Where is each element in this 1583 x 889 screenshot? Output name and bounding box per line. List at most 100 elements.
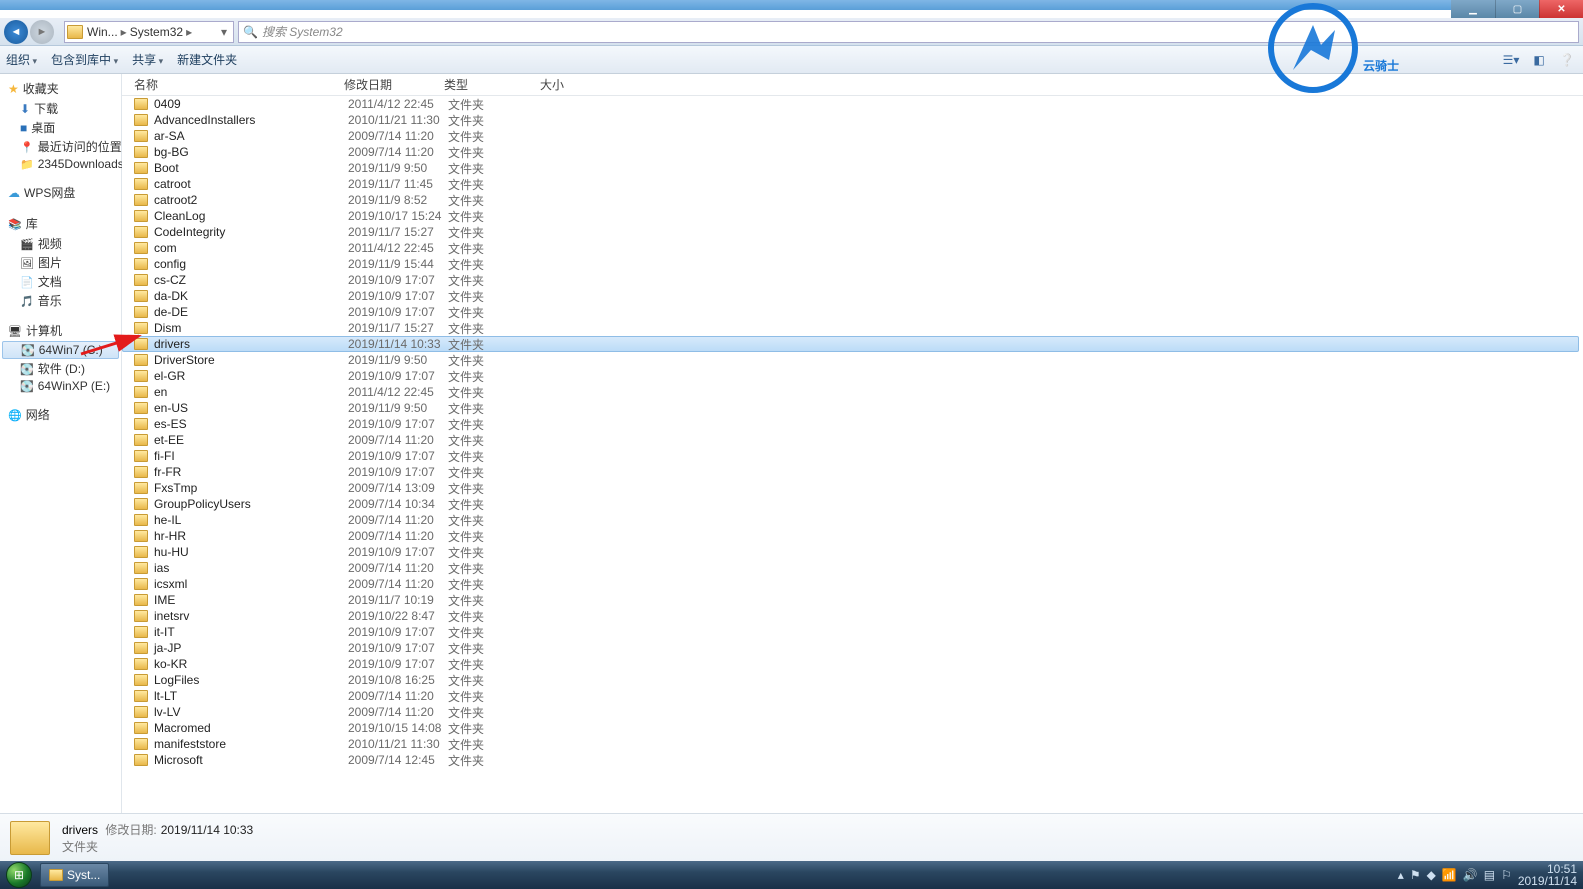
file-row[interactable]: icsxml2009/7/14 11:20文件夹 — [122, 576, 1583, 592]
file-row[interactable]: bg-BG2009/7/14 11:20文件夹 — [122, 144, 1583, 160]
file-row[interactable]: com2011/4/12 22:45文件夹 — [122, 240, 1583, 256]
file-row[interactable]: hr-HR2009/7/14 11:20文件夹 — [122, 528, 1583, 544]
sidebar-item-pictures[interactable]: 图片 — [0, 253, 121, 272]
search-input[interactable]: 🔍 搜索 System32 — [238, 21, 1579, 43]
file-row[interactable]: ko-KR2019/10/9 17:07文件夹 — [122, 656, 1583, 672]
breadcrumb-separator: ▸ — [121, 25, 127, 39]
taskbar-app-explorer[interactable]: Syst... — [40, 863, 109, 887]
folder-icon — [134, 450, 148, 462]
tray-network-icon[interactable]: 📶 — [1442, 868, 1457, 882]
file-row[interactable]: da-DK2019/10/9 17:07文件夹 — [122, 288, 1583, 304]
file-row[interactable]: en-US2019/11/9 9:50文件夹 — [122, 400, 1583, 416]
tray-ime-icon[interactable]: ▤ — [1484, 868, 1495, 882]
tray-clock[interactable]: 10:51 2019/11/14 — [1518, 863, 1577, 887]
sidebar-libraries[interactable]: 库 — [0, 213, 121, 234]
window-minimize-button[interactable]: ▁ — [1451, 0, 1495, 18]
sidebar-item-2345downloads[interactable]: 2345Downloads — [0, 156, 121, 172]
tray-app-icon[interactable]: ◆ — [1427, 868, 1436, 882]
file-row[interactable]: en2011/4/12 22:45文件夹 — [122, 384, 1583, 400]
tray-show-hidden-icon[interactable]: ▴ — [1398, 868, 1404, 882]
file-row[interactable]: de-DE2019/10/9 17:07文件夹 — [122, 304, 1583, 320]
toolbar-include-in-library[interactable]: 包含到库中 — [51, 51, 118, 68]
file-row[interactable]: catroot2019/11/7 11:45文件夹 — [122, 176, 1583, 192]
nav-forward-button[interactable]: ► — [30, 20, 54, 44]
file-row[interactable]: 04092011/4/12 22:45文件夹 — [122, 96, 1583, 112]
file-row[interactable]: CleanLog2019/10/17 15:24文件夹 — [122, 208, 1583, 224]
sidebar-item-drive-d[interactable]: 软件 (D:) — [0, 359, 121, 378]
help-icon[interactable]: ❔ — [1557, 50, 1577, 70]
toolbar-organize[interactable]: 组织 — [6, 51, 37, 68]
file-row[interactable]: Microsoft2009/7/14 12:45文件夹 — [122, 752, 1583, 768]
file-row[interactable]: Boot2019/11/9 9:50文件夹 — [122, 160, 1583, 176]
sidebar-item-videos[interactable]: 视频 — [0, 234, 121, 253]
file-row[interactable]: inetsrv2019/10/22 8:47文件夹 — [122, 608, 1583, 624]
sidebar-computer[interactable]: 计算机 — [0, 320, 121, 341]
sidebar-item-music[interactable]: 音乐 — [0, 291, 121, 310]
window-maximize-button[interactable]: ▢ — [1495, 0, 1539, 18]
window-close-button[interactable]: ✕ — [1539, 0, 1583, 18]
toolbar-new-folder[interactable]: 新建文件夹 — [177, 51, 237, 68]
tray-volume-icon[interactable]: 🔊 — [1463, 868, 1478, 882]
nav-back-button[interactable]: ◄ — [4, 20, 28, 44]
file-row[interactable]: fr-FR2019/10/9 17:07文件夹 — [122, 464, 1583, 480]
file-row[interactable]: lt-LT2009/7/14 11:20文件夹 — [122, 688, 1583, 704]
sidebar-item-recent[interactable]: 最近访问的位置 — [0, 137, 121, 156]
column-type[interactable]: 类型 — [444, 76, 540, 93]
sidebar-item-desktop[interactable]: 桌面 — [0, 118, 121, 137]
folder-icon — [134, 178, 148, 190]
column-name[interactable]: 名称 — [134, 76, 344, 93]
breadcrumb-segment[interactable]: Win... — [87, 25, 118, 39]
file-row[interactable]: es-ES2019/10/9 17:07文件夹 — [122, 416, 1583, 432]
start-button[interactable]: ⊞ — [0, 861, 38, 889]
file-row[interactable]: ja-JP2019/10/9 17:07文件夹 — [122, 640, 1583, 656]
breadcrumb[interactable]: Win... ▸ System32 ▸ ▾ — [64, 21, 234, 43]
file-row[interactable]: it-IT2019/10/9 17:07文件夹 — [122, 624, 1583, 640]
folder-icon — [134, 226, 148, 238]
sidebar-item-documents[interactable]: 文档 — [0, 272, 121, 291]
file-row[interactable]: ias2009/7/14 11:20文件夹 — [122, 560, 1583, 576]
breadcrumb-dropdown-icon[interactable]: ▾ — [217, 25, 231, 39]
file-row[interactable]: et-EE2009/7/14 11:20文件夹 — [122, 432, 1583, 448]
sidebar-wps[interactable]: WPS网盘 — [0, 182, 121, 203]
file-name: AdvancedInstallers — [154, 113, 348, 127]
breadcrumb-segment[interactable]: System32 — [130, 25, 183, 39]
file-row[interactable]: lv-LV2009/7/14 11:20文件夹 — [122, 704, 1583, 720]
drive-icon — [21, 343, 35, 357]
file-row[interactable]: ar-SA2009/7/14 11:20文件夹 — [122, 128, 1583, 144]
sidebar-item-drive-c[interactable]: 64Win7 (C:) — [2, 341, 119, 359]
file-row[interactable]: IME2019/11/7 10:19文件夹 — [122, 592, 1583, 608]
file-name: en — [154, 385, 348, 399]
file-row[interactable]: fi-FI2019/10/9 17:07文件夹 — [122, 448, 1583, 464]
file-row[interactable]: AdvancedInstallers2010/11/21 11:30文件夹 — [122, 112, 1583, 128]
file-row[interactable]: cs-CZ2019/10/9 17:07文件夹 — [122, 272, 1583, 288]
file-row[interactable]: FxsTmp2009/7/14 13:09文件夹 — [122, 480, 1583, 496]
sidebar-favorites[interactable]: 收藏夹 — [0, 78, 121, 99]
column-date[interactable]: 修改日期 — [344, 76, 444, 93]
view-options-icon[interactable]: ☰▾ — [1501, 50, 1521, 70]
tray-flag-icon[interactable]: ⚐ — [1501, 868, 1512, 882]
file-row[interactable]: CodeIntegrity2019/11/7 15:27文件夹 — [122, 224, 1583, 240]
file-date: 2019/11/9 15:44 — [348, 257, 448, 271]
file-row[interactable]: he-IL2009/7/14 11:20文件夹 — [122, 512, 1583, 528]
file-row[interactable]: drivers2019/11/14 10:33文件夹 — [122, 336, 1579, 352]
file-row[interactable]: catroot22019/11/9 8:52文件夹 — [122, 192, 1583, 208]
file-row[interactable]: el-GR2019/10/9 17:07文件夹 — [122, 368, 1583, 384]
file-row[interactable]: LogFiles2019/10/8 16:25文件夹 — [122, 672, 1583, 688]
file-row[interactable]: config2019/11/9 15:44文件夹 — [122, 256, 1583, 272]
file-row[interactable]: hu-HU2019/10/9 17:07文件夹 — [122, 544, 1583, 560]
file-row[interactable]: manifeststore2010/11/21 11:30文件夹 — [122, 736, 1583, 752]
file-name: Boot — [154, 161, 348, 175]
tray-action-center-icon[interactable]: ⚑ — [1410, 868, 1421, 882]
sidebar-network[interactable]: 网络 — [0, 404, 121, 425]
sidebar-item-downloads[interactable]: 下载 — [0, 99, 121, 118]
file-row[interactable]: GroupPolicyUsers2009/7/14 10:34文件夹 — [122, 496, 1583, 512]
file-row[interactable]: DriverStore2019/11/9 9:50文件夹 — [122, 352, 1583, 368]
file-type: 文件夹 — [448, 576, 544, 593]
file-row[interactable]: Macromed2019/10/15 14:08文件夹 — [122, 720, 1583, 736]
column-size[interactable]: 大小 — [540, 76, 600, 93]
file-date: 2019/10/9 17:07 — [348, 289, 448, 303]
toolbar-share[interactable]: 共享 — [132, 51, 163, 68]
preview-pane-icon[interactable]: ◧ — [1529, 50, 1549, 70]
sidebar-item-drive-e[interactable]: 64WinXP (E:) — [0, 378, 121, 394]
file-row[interactable]: Dism2019/11/7 15:27文件夹 — [122, 320, 1583, 336]
